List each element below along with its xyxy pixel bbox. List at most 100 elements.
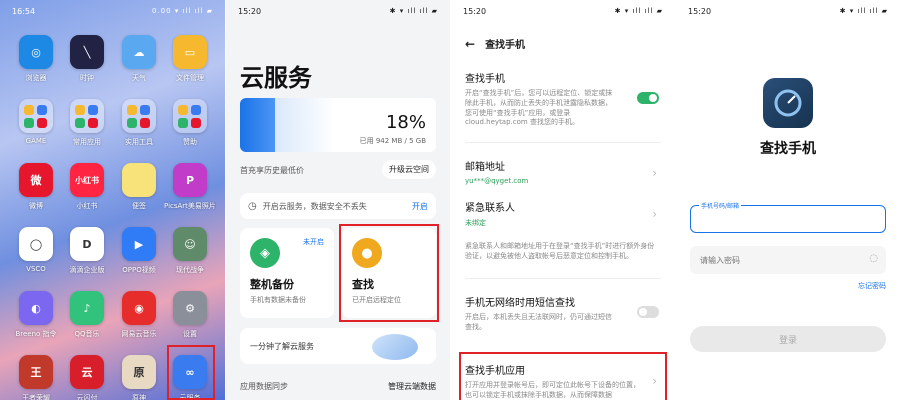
backup-subtitle: 手机有数据未备份 — [250, 296, 306, 304]
backup-status-badge: 未开启 — [303, 238, 324, 246]
app-icon[interactable]: ╲ 时钟 — [61, 35, 113, 83]
back-arrow-icon[interactable]: ← — [465, 37, 475, 51]
app-glyph-icon: 微 — [19, 163, 53, 197]
notice-enable-link[interactable]: 开启 — [412, 201, 428, 212]
divider — [465, 278, 661, 279]
status-icons: 0.00 ▾ ıll ıll ▰ — [151, 7, 213, 15]
layers-icon: ◈ — [250, 238, 280, 268]
status-time: 15:20 — [688, 6, 712, 16]
status-time: 15:20 — [238, 6, 262, 16]
password-field[interactable]: ◌ — [690, 246, 886, 274]
app-icon[interactable]: ◎ 浏览器 — [10, 35, 62, 83]
app-glyph-icon — [173, 99, 207, 133]
app-icon[interactable]: ♪ QQ音乐 — [61, 291, 113, 339]
status-icons: ✱ ▾ ıll ıll ▰ — [389, 7, 438, 15]
app-icon[interactable]: ◐ Breeno 指令 — [10, 291, 62, 339]
app-glyph-icon: ♪ — [70, 291, 104, 325]
notice-bar[interactable]: ◷ 开启云服务，数据安全不丢失 开启 — [240, 193, 436, 219]
app-icon[interactable]: 原原神 — [113, 355, 165, 400]
row-value: yu***@qyget.com — [465, 177, 529, 185]
sms-find-row[interactable]: 手机无网络时用短信查找 开启后，本机丢失且无法联网时，仍可通过短信查找。 — [465, 294, 661, 333]
password-input[interactable] — [690, 246, 886, 274]
app-label: 原神 — [132, 394, 146, 400]
emergency-contact-row[interactable]: 紧急联系人 未绑定 › — [465, 199, 661, 228]
app-glyph-icon: 小红书 — [70, 163, 104, 197]
app-icon[interactable]: ▶ OPPO视频 — [113, 227, 165, 275]
storage-card[interactable]: 18% 已用 942 MB / 5 GB — [240, 98, 436, 152]
sync-label: 应用数据同步 — [240, 382, 288, 391]
status-bar: 16:54 0.00 ▾ ıll ıll ▰ — [0, 0, 225, 22]
app-label: GAME — [25, 137, 47, 145]
app-glyph-icon — [70, 99, 104, 133]
backup-card[interactable]: 未开启 ◈ 整机备份 手机有数据未备份 — [240, 228, 334, 318]
row-description: 开启“查找手机”后，您可以远程定位、锁定或抹除此手机，从而防止丢失的手机泄露隐私… — [465, 89, 613, 127]
app-icon[interactable]: 常用应用 — [61, 99, 113, 147]
status-time: 16:54 — [12, 6, 36, 16]
highlight-box — [339, 224, 439, 322]
row-title: 查找手机 — [465, 74, 505, 85]
app-label: 滴滴企业版 — [69, 266, 105, 274]
storage-bar-fade — [275, 98, 335, 152]
account-field[interactable]: 手机号码/邮箱 — [690, 201, 886, 233]
storage-used: 已用 942 MB / 5 GB — [359, 137, 426, 145]
app-icon[interactable]: ◉ 网易云音乐 — [113, 291, 165, 339]
note-text: 紧急联系人和邮箱地址用于在登录“查找手机”时进行额外身份验证，以避免被他人盗取帐… — [465, 242, 655, 260]
divider — [465, 142, 661, 143]
app-label: 现代战争 — [176, 266, 204, 274]
app-glyph-icon: ▶ — [122, 227, 156, 261]
status-icons: ✱ ▾ ıll ıll ▰ — [839, 7, 888, 15]
app-label: 常用应用 — [73, 138, 101, 146]
app-icon[interactable]: ☺ 现代战争 — [164, 227, 216, 275]
manage-data-link[interactable]: 管理云端数据 — [388, 381, 436, 392]
email-row[interactable]: 邮箱地址 yu***@qyget.com › — [465, 158, 661, 185]
app-glyph-icon: ╲ — [70, 35, 104, 69]
cloud-service-screen: 15:20 ✱ ▾ ıll ıll ▰ 云服务 18% 已用 942 MB / … — [226, 0, 450, 400]
status-bar: 15:20 ✱ ▾ ıll ıll ▰ — [676, 0, 900, 22]
find-phone-toggle[interactable] — [637, 92, 659, 104]
app-icon[interactable]: 王王者荣耀 — [10, 355, 62, 400]
app-icon[interactable]: 小红书 小红书 — [61, 163, 113, 211]
app-label: 王者荣耀 — [22, 394, 50, 400]
app-icon[interactable]: 云云闪付 — [61, 355, 113, 400]
app-icon[interactable]: ⚙ 设置 — [164, 291, 216, 339]
app-glyph-icon — [122, 163, 156, 197]
upgrade-button[interactable]: 升级云空间 — [382, 160, 436, 179]
app-icon[interactable]: GAME — [10, 99, 62, 145]
app-label: 浏览器 — [25, 74, 47, 82]
app-glyph-icon: ◉ — [122, 291, 156, 325]
login-button[interactable]: 登录 — [690, 326, 886, 352]
app-glyph-icon: ◎ — [19, 35, 53, 69]
app-icon[interactable]: 实用工具 — [113, 99, 165, 147]
app-label: 天气 — [132, 74, 146, 82]
home-screen: 16:54 0.00 ▾ ıll ıll ▰ ◎ 浏览器 ╲ 时钟 ☁ 天气 ▭ 文件管理 GA… — [0, 0, 225, 400]
app-icon[interactable]: D 滴滴企业版 — [61, 227, 113, 275]
forgot-password-link[interactable]: 忘记密码 — [858, 281, 886, 291]
eye-off-icon[interactable]: ◌ — [869, 253, 878, 264]
status-bar: 15:20 ✱ ▾ ıll ıll ▰ — [451, 0, 675, 22]
app-label: 云闪付 — [76, 394, 98, 400]
app-glyph-icon: D — [70, 227, 104, 261]
app-label: 小红书 — [76, 202, 98, 210]
row-description: 开启后，本机丢失且无法联网时，仍可通过短信查找。 — [465, 313, 612, 331]
app-icon[interactable]: 微微博 — [10, 163, 62, 211]
app-glyph-icon: ☁ — [122, 35, 156, 69]
app-icon[interactable]: ◯ VSCO — [10, 227, 62, 273]
app-glyph-icon: 王 — [19, 355, 53, 389]
app-icon[interactable]: ☁ 天气 — [113, 35, 165, 83]
app-label: OPPO视频 — [122, 266, 156, 274]
status-icons: ✱ ▾ ıll ıll ▰ — [614, 7, 663, 15]
app-label: QQ音乐 — [74, 330, 100, 338]
app-label: 文件管理 — [176, 74, 204, 82]
sms-find-toggle[interactable] — [637, 306, 659, 318]
app-icon[interactable]: ▭ 文件管理 — [164, 35, 216, 83]
app-icon[interactable]: 赞助 — [164, 99, 216, 147]
app-icon[interactable]: 便签 — [113, 163, 165, 211]
row-title: 紧急联系人 — [465, 203, 515, 214]
app-label: Breeno 指令 — [15, 330, 57, 338]
find-phone-toggle-row[interactable]: 查找手机 开启“查找手机”后，您可以远程定位、锁定或抹除此手机，从而防止丢失的手… — [465, 70, 661, 128]
find-phone-settings-screen: 15:20 ✱ ▾ ıll ıll ▰ ← 查找手机 查找手机 开启“查找手机”… — [451, 0, 675, 400]
app-icon[interactable]: P PicsArt美易照片编辑 — [164, 163, 216, 211]
promo-banner[interactable]: 一分钟了解云服务 — [240, 328, 436, 364]
history-price-text: 首充享历史最低价 — [240, 166, 304, 175]
app-glyph-icon: 云 — [70, 355, 104, 389]
